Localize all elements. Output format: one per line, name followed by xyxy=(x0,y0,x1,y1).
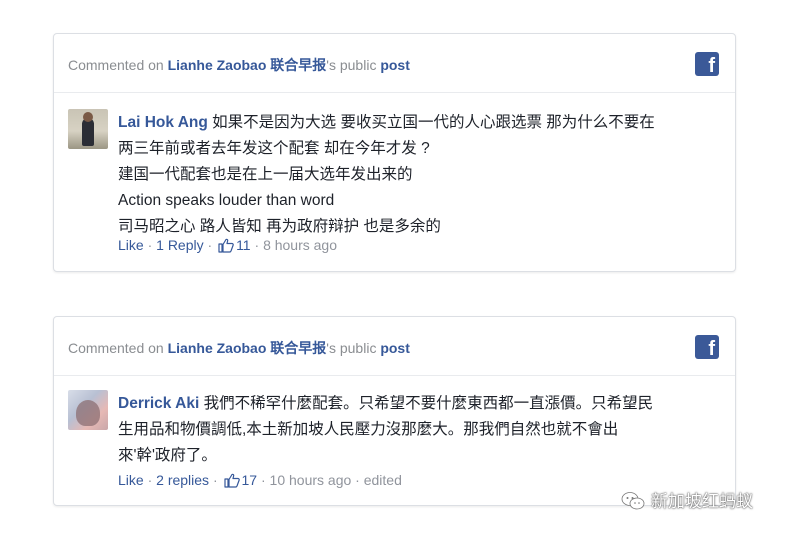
meta-separator: · xyxy=(143,472,157,488)
header-suffix: 's public xyxy=(326,340,381,356)
thumbs-up-icon[interactable] xyxy=(223,473,240,491)
like-link[interactable]: Like xyxy=(118,237,144,253)
card-header: Commented on Lianhe Zaobao 联合早报's public… xyxy=(68,338,410,358)
meta-separator: · xyxy=(143,237,157,253)
comment-meta: Like · 1 Reply · 11 · 8 hours ago xyxy=(118,237,337,256)
post-link[interactable]: post xyxy=(380,340,410,356)
comment-card-1: Commented on Lianhe Zaobao 联合早报's public… xyxy=(53,33,736,272)
comment-line: 生用品和物價調低,本土新加坡人民壓力沒那麼大。那我們自然也就不會出 xyxy=(118,421,619,438)
replies-link[interactable]: 2 replies xyxy=(156,472,209,488)
like-link[interactable]: Like xyxy=(118,472,144,488)
header-prefix: Commented on xyxy=(68,57,168,73)
comment-author[interactable]: Derrick Aki xyxy=(118,395,199,412)
comment-time[interactable]: 10 hours ago xyxy=(270,472,352,488)
comment-line: 如果不是因为大选 要收买立国一代的人心跟选票 那为什么不要在 xyxy=(212,114,655,131)
comment-card-2: Commented on Lianhe Zaobao 联合早报's public… xyxy=(53,316,736,506)
likes-count[interactable]: 17 xyxy=(242,472,258,488)
meta-separator: · xyxy=(209,472,222,488)
likes-count[interactable]: 11 xyxy=(236,237,251,253)
comment-line: 來'幹'政府了。 xyxy=(118,447,217,464)
comment-meta: Like · 2 replies · 17 · 10 hours ago · e… xyxy=(118,472,402,491)
meta-separator: · xyxy=(250,237,264,253)
comment-line: 建国一代配套也是在上一届大选年发出来的 xyxy=(118,166,413,183)
wechat-icon xyxy=(621,491,645,516)
watermark-text: 新加坡红蚂蚁 xyxy=(651,492,753,511)
thumbs-up-icon[interactable] xyxy=(218,238,234,256)
comment-line: 两三年前或者去年发这个配套 却在今年才发 ? xyxy=(118,140,430,157)
page-name-link[interactable]: Lianhe Zaobao 联合早报 xyxy=(168,340,327,356)
meta-separator: · xyxy=(203,237,217,253)
page-name-link[interactable]: Lianhe Zaobao 联合早报 xyxy=(168,57,327,73)
card-header: Commented on Lianhe Zaobao 联合早报's public… xyxy=(68,55,410,75)
header-prefix: Commented on xyxy=(68,340,168,356)
comment-time[interactable]: 8 hours ago xyxy=(263,237,337,253)
header-suffix: 's public xyxy=(326,57,381,73)
comment-line: Action speaks louder than word xyxy=(118,192,335,209)
comment-body: Lai Hok Ang 如果不是因为大选 要收买立国一代的人心跟选票 那为什么不… xyxy=(118,110,718,240)
edited-label: · edited xyxy=(351,472,402,488)
comment-author[interactable]: Lai Hok Ang xyxy=(118,114,208,131)
watermark: 新加坡红蚂蚁 xyxy=(621,487,753,516)
comment-line: 我們不稀罕什麼配套。只希望不要什麼東西都一直漲價。只希望民 xyxy=(203,395,654,412)
facebook-icon[interactable]: f xyxy=(695,52,719,76)
avatar[interactable] xyxy=(68,109,108,149)
card-divider xyxy=(54,375,735,376)
replies-link[interactable]: 1 Reply xyxy=(156,237,203,253)
card-divider xyxy=(54,92,735,93)
comment-body: Derrick Aki 我們不稀罕什麼配套。只希望不要什麼東西都一直漲價。只希望… xyxy=(118,391,718,469)
avatar[interactable] xyxy=(68,390,108,430)
post-link[interactable]: post xyxy=(380,57,410,73)
meta-separator: · xyxy=(257,472,270,488)
facebook-icon[interactable]: f xyxy=(695,335,719,359)
